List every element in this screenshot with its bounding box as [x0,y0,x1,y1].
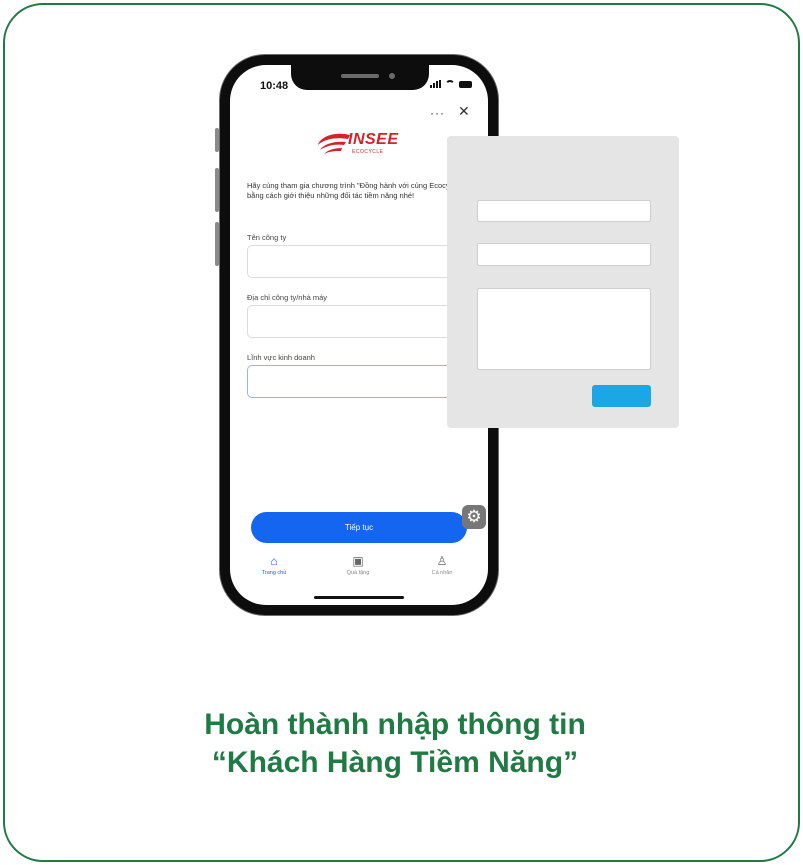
caption-line-1: Hoàn thành nhập thông tin [204,708,586,741]
front-camera [389,73,395,79]
company-address-input[interactable] [247,305,477,338]
speaker-grille [341,74,379,78]
company-name-label: Tên công ty [247,233,287,242]
close-icon[interactable]: ✕ [458,103,470,120]
logo-subtext: ECOCYCLE [352,149,384,155]
home-indicator [314,596,404,599]
wireframe-field-1 [477,200,651,222]
insee-logo: INSEE ECOCYCLE [314,129,424,159]
tab-gifts-label: Quà tặng [346,570,370,576]
bottom-tab-bar: ⌂ Trang chủ ▣ Quà tặng ♙ Cá nhân [230,553,488,593]
phone-notch [291,65,429,90]
tab-gifts[interactable]: ▣ Quà tặng [328,553,388,577]
intro-text: Hãy cùng tham gia chương trình "Đồng hàn… [247,181,462,200]
caption-line-2: “Khách Hàng Tiềm Năng” [211,746,579,779]
more-menu-icon[interactable]: ··· [430,106,445,120]
user-icon: ♙ [436,554,448,568]
wireframe-field-2 [477,243,651,266]
business-field-label: Lĩnh vực kinh doanh [247,353,315,362]
wireframe-textarea [477,288,651,370]
status-time: 10:48 [260,80,289,92]
form-wireframe-overlay [447,136,679,428]
continue-button[interactable]: Tiếp tục [251,512,467,543]
company-name-input[interactable] [247,245,477,278]
tab-profile[interactable]: ♙ Cá nhân [412,553,472,577]
signal-icon [430,80,441,88]
wifi-icon [445,80,455,88]
tab-home[interactable]: ⌂ Trang chủ [244,553,304,577]
wireframe-submit-button [592,385,651,407]
caption: Hoàn thành nhập thông tin “Khách Hàng Ti… [0,706,790,782]
status-icons [430,80,472,88]
battery-icon [459,80,472,88]
company-address-label: Địa chỉ công ty/nhà máy [247,293,328,302]
tab-profile-label: Cá nhân [431,570,453,576]
home-icon: ⌂ [270,554,278,568]
gear-icon[interactable]: ⚙ [462,505,486,529]
logo-wordmark: INSEE [348,131,399,148]
business-field-input[interactable] [247,365,477,398]
tab-home-label: Trang chủ [261,570,287,576]
gift-icon: ▣ [352,554,364,568]
